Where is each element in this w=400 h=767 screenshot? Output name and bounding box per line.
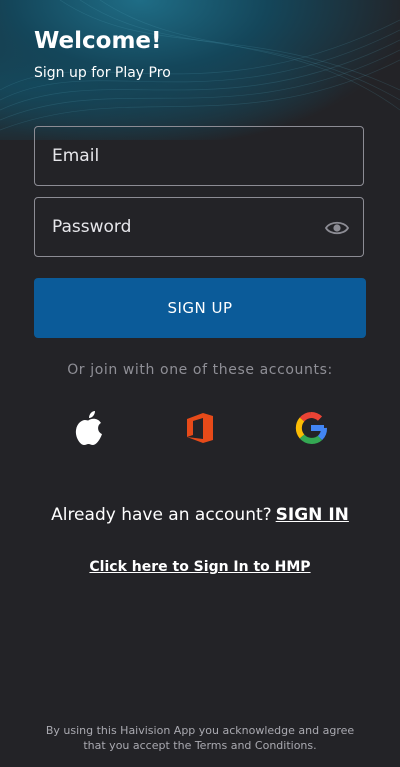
page-subtitle: Sign up for Play Pro <box>34 65 171 81</box>
apple-signin-button[interactable] <box>69 408 109 448</box>
sign-in-prompt-text: Already have an account? <box>51 505 272 525</box>
social-prompt: Or join with one of these accounts: <box>67 362 333 378</box>
office-icon <box>187 413 213 443</box>
office-signin-button[interactable] <box>180 408 220 448</box>
google-signin-button[interactable] <box>291 408 331 448</box>
sign-up-button[interactable]: SIGN UP <box>34 278 366 338</box>
eye-icon[interactable] <box>324 217 350 239</box>
password-field-container <box>34 197 364 257</box>
password-field[interactable] <box>35 198 363 256</box>
legal-notice: By using this Haivision App you acknowle… <box>45 724 355 752</box>
sign-in-link[interactable]: SIGN IN <box>276 505 349 525</box>
page-title: Welcome! <box>34 28 162 54</box>
email-field-container <box>34 126 364 186</box>
email-field[interactable] <box>35 127 363 185</box>
hmp-sign-in-link[interactable]: Click here to Sign In to HMP <box>0 559 400 575</box>
apple-icon <box>75 411 102 445</box>
google-icon <box>295 411 327 444</box>
sign-in-prompt: Already have an account? SIGN IN <box>0 505 400 525</box>
